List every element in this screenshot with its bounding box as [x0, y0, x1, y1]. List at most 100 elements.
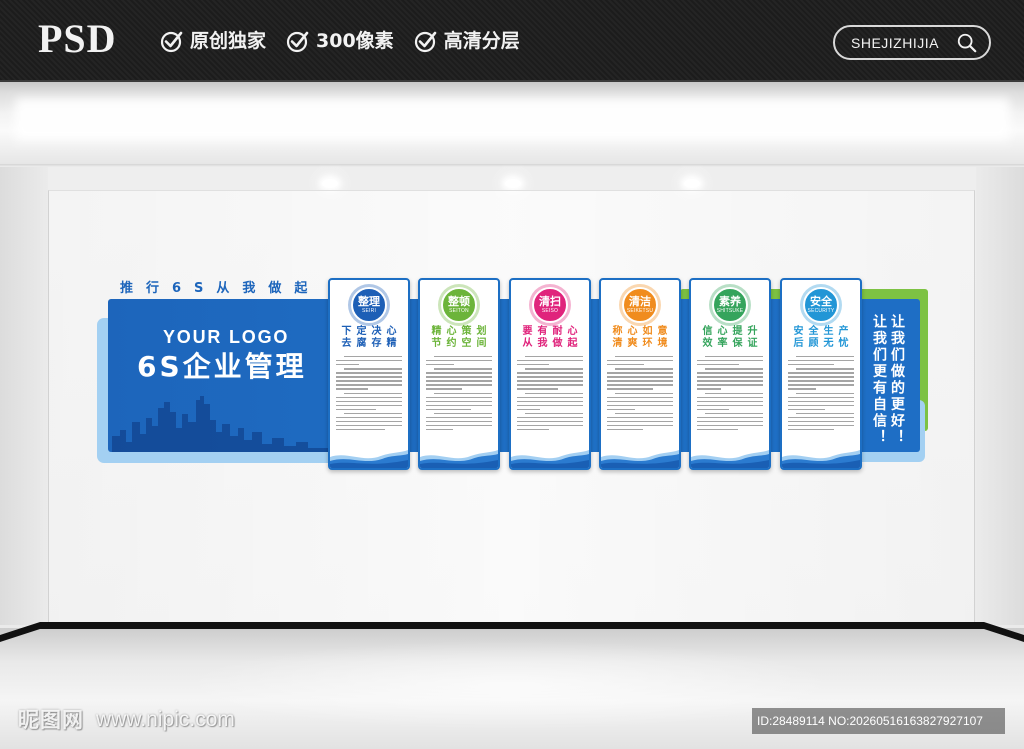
wave-decoration [691, 448, 769, 468]
body-text-line [607, 408, 635, 410]
body-paragraph [607, 368, 673, 390]
feature-label: 300像素 [316, 30, 394, 52]
body-text-line [697, 420, 763, 423]
body-text-line [607, 359, 673, 362]
body-paragraph [336, 392, 402, 410]
body-paragraph [788, 356, 854, 366]
body-text-line [607, 380, 673, 382]
search-icon[interactable] [956, 32, 978, 54]
badge-subtitle: SEIKETSU [626, 308, 654, 314]
card-body [517, 356, 583, 442]
wave-decoration [330, 448, 408, 468]
body-text-line [704, 356, 763, 358]
body-text-line [343, 392, 402, 395]
body-text-line [607, 372, 673, 374]
watermark-url: www.nipic.com [96, 708, 235, 731]
body-text-line [697, 416, 763, 419]
body-text-line [336, 408, 377, 410]
left-wall [0, 167, 48, 625]
feature-item: 高清分层 [414, 27, 520, 55]
body-text-line [336, 400, 402, 403]
card-body [607, 356, 673, 442]
body-text-line [517, 372, 583, 374]
badge: 清洁 SEIKETSU [622, 287, 658, 323]
badge-subtitle: SECURITY [807, 308, 835, 314]
body-text-line [788, 363, 835, 366]
wave-graphic [782, 450, 860, 468]
body-text-line [697, 372, 763, 374]
feature-item: 300像素 [286, 27, 394, 55]
search-box[interactable]: SHEJIZHIJIA [833, 25, 991, 60]
side-panel-column: 让我们更有自信！ [871, 314, 887, 446]
body-text-line [697, 424, 763, 427]
body-text-line [433, 356, 492, 358]
watermark-id: ID:28489114 NO:20260516163827927107 [752, 708, 1005, 734]
badge-ring: 安全 SECURITY [800, 284, 842, 326]
body-text-line [788, 380, 854, 382]
badge-ring: 清洁 SEIKETSU [619, 284, 661, 326]
body-text-line [788, 420, 854, 423]
badge-subtitle: SEIRI [361, 308, 377, 314]
body-paragraph [336, 413, 402, 431]
city-skyline-graphic [112, 396, 330, 452]
body-text-line [426, 359, 492, 362]
body-paragraph [426, 392, 492, 410]
body-paragraph [426, 368, 492, 390]
body-text-line [697, 376, 763, 378]
body-text-line [607, 420, 673, 423]
card-body [697, 356, 763, 442]
body-paragraph [697, 368, 763, 390]
body-text-line [336, 363, 360, 366]
body-text-line [433, 368, 492, 370]
body-text-line [524, 392, 583, 395]
body-text-line [788, 416, 854, 419]
body-text-line [607, 424, 673, 427]
logo-placeholder: YOUR LOGO [163, 327, 290, 347]
body-text-line [433, 392, 492, 395]
wave-decoration [420, 448, 498, 468]
wave-graphic [330, 450, 408, 468]
side-panel-column: 让我们做的更好！ [889, 314, 905, 446]
body-text-line [524, 368, 583, 370]
display-title: 6S企业管理 [137, 350, 307, 383]
badge: 素养 SHITSUKE [712, 287, 748, 323]
wave-graphic [691, 450, 769, 468]
badge-title: 清扫 [539, 295, 561, 308]
body-text-line [517, 384, 583, 386]
body-text-line [607, 396, 673, 399]
body-text-line [788, 388, 817, 390]
body-text-line [426, 380, 492, 382]
body-text-line [788, 359, 854, 362]
body-text-line [336, 376, 402, 378]
body-text-line [517, 359, 583, 362]
card-motto-line-1: 下定决心 [341, 326, 402, 337]
downlight [505, 179, 521, 188]
card-motto-line-1: 称心如意 [612, 326, 673, 337]
body-text-line [614, 392, 673, 395]
body-text-line [336, 396, 402, 399]
body-text-line [614, 368, 673, 370]
body-text-line [336, 416, 402, 419]
body-text-line [614, 356, 673, 358]
downlight [322, 179, 338, 188]
body-text-line [336, 404, 402, 407]
body-paragraph [517, 413, 583, 431]
card-motto-line-2: 节约空间 [431, 338, 492, 349]
body-text-line [343, 356, 402, 358]
badge-ring: 整顿 SEITON [438, 284, 480, 326]
body-text-line [426, 376, 492, 378]
feature-label: 高清分层 [443, 30, 520, 52]
body-text-line [426, 400, 492, 403]
body-text-line [426, 384, 492, 386]
wave-graphic [420, 450, 498, 468]
card-shitsuke: 素养 SHITSUKE 信心提升 效率保证 [689, 278, 771, 470]
body-text-line [426, 396, 492, 399]
badge-subtitle: SHITSUKE [716, 308, 744, 314]
card-seiton: 整顿 SEITON 精心策划 节约空间 [418, 278, 500, 470]
card-motto-line-1: 要有耐心 [522, 326, 583, 337]
body-text-line [343, 413, 402, 415]
body-text-line [517, 380, 583, 382]
body-text-line [788, 424, 854, 427]
body-text-line [704, 392, 763, 395]
body-text-line [343, 368, 402, 370]
